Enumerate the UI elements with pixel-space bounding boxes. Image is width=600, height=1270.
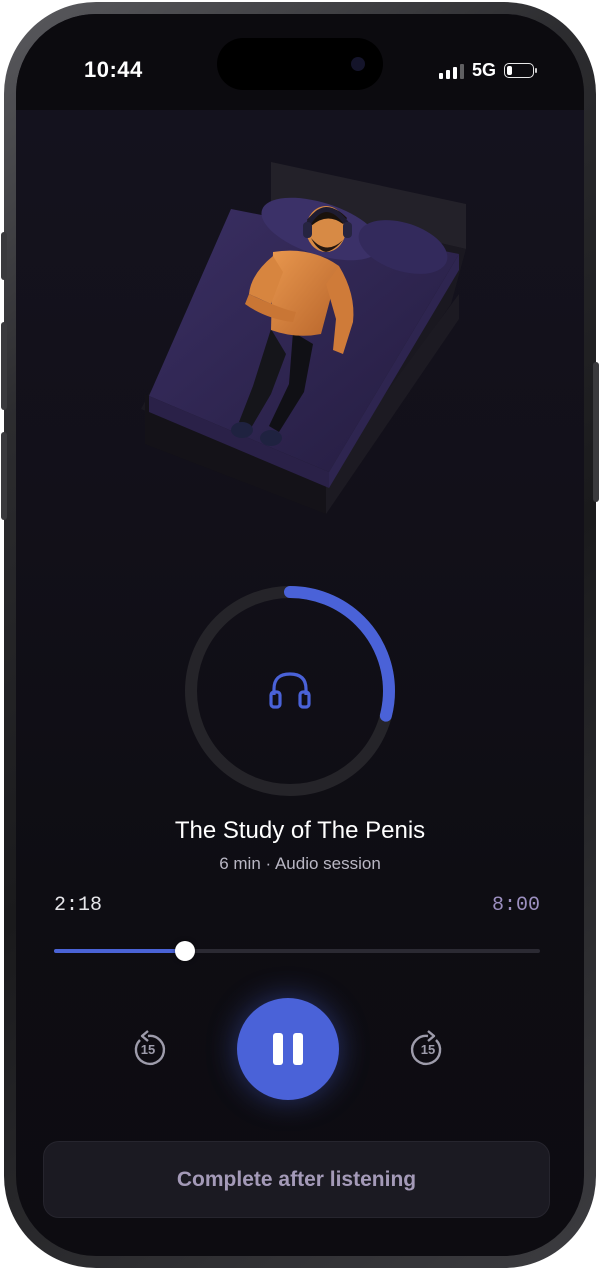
skip-forward-label: 15 bbox=[420, 1042, 436, 1057]
skip-forward-15-button[interactable]: 15 bbox=[408, 1030, 448, 1070]
battery-icon bbox=[504, 63, 537, 78]
session-progress-ring bbox=[185, 586, 395, 796]
camera-icon bbox=[351, 57, 365, 71]
playback-scrubber[interactable] bbox=[54, 941, 540, 961]
signal-icon bbox=[438, 63, 464, 79]
battery-level bbox=[507, 66, 512, 75]
skip-back-label: 15 bbox=[140, 1042, 156, 1057]
volume-up-button bbox=[1, 322, 7, 410]
volume-down-button bbox=[1, 432, 7, 520]
signal-bar bbox=[445, 69, 450, 79]
pause-icon-bar-right bbox=[293, 1033, 303, 1065]
bed bbox=[141, 162, 466, 514]
screen: 10:44 5G The Study of The Penis 6 min · … bbox=[16, 14, 584, 1256]
complete-after-listening-button[interactable]: Complete after listening bbox=[43, 1141, 550, 1218]
status-time: 10:44 bbox=[84, 57, 143, 82]
action-button bbox=[1, 232, 7, 280]
dynamic-island bbox=[217, 38, 383, 90]
signal-bar bbox=[452, 66, 457, 79]
pause-button[interactable] bbox=[237, 998, 339, 1100]
total-time: 8:00 bbox=[491, 894, 540, 917]
elapsed-time: 2:18 bbox=[54, 894, 103, 917]
scrubber-thumb[interactable] bbox=[175, 941, 196, 961]
scrubber-progress bbox=[54, 949, 186, 953]
pause-icon-bar-left bbox=[273, 1033, 283, 1065]
session-illustration bbox=[141, 162, 466, 514]
status-bar: 10:44 5G bbox=[16, 14, 584, 110]
network-label: 5G bbox=[471, 60, 496, 80]
power-button bbox=[593, 362, 599, 502]
signal-bar bbox=[459, 63, 464, 79]
skip-back-15-button[interactable]: 15 bbox=[128, 1030, 168, 1070]
session-subtitle: 6 min · Audio session bbox=[219, 854, 381, 873]
headphones-icon bbox=[269, 672, 311, 709]
session-title: The Study of The Penis bbox=[174, 817, 426, 844]
signal-bar bbox=[438, 72, 443, 79]
status-indicators: 5G bbox=[438, 60, 537, 81]
